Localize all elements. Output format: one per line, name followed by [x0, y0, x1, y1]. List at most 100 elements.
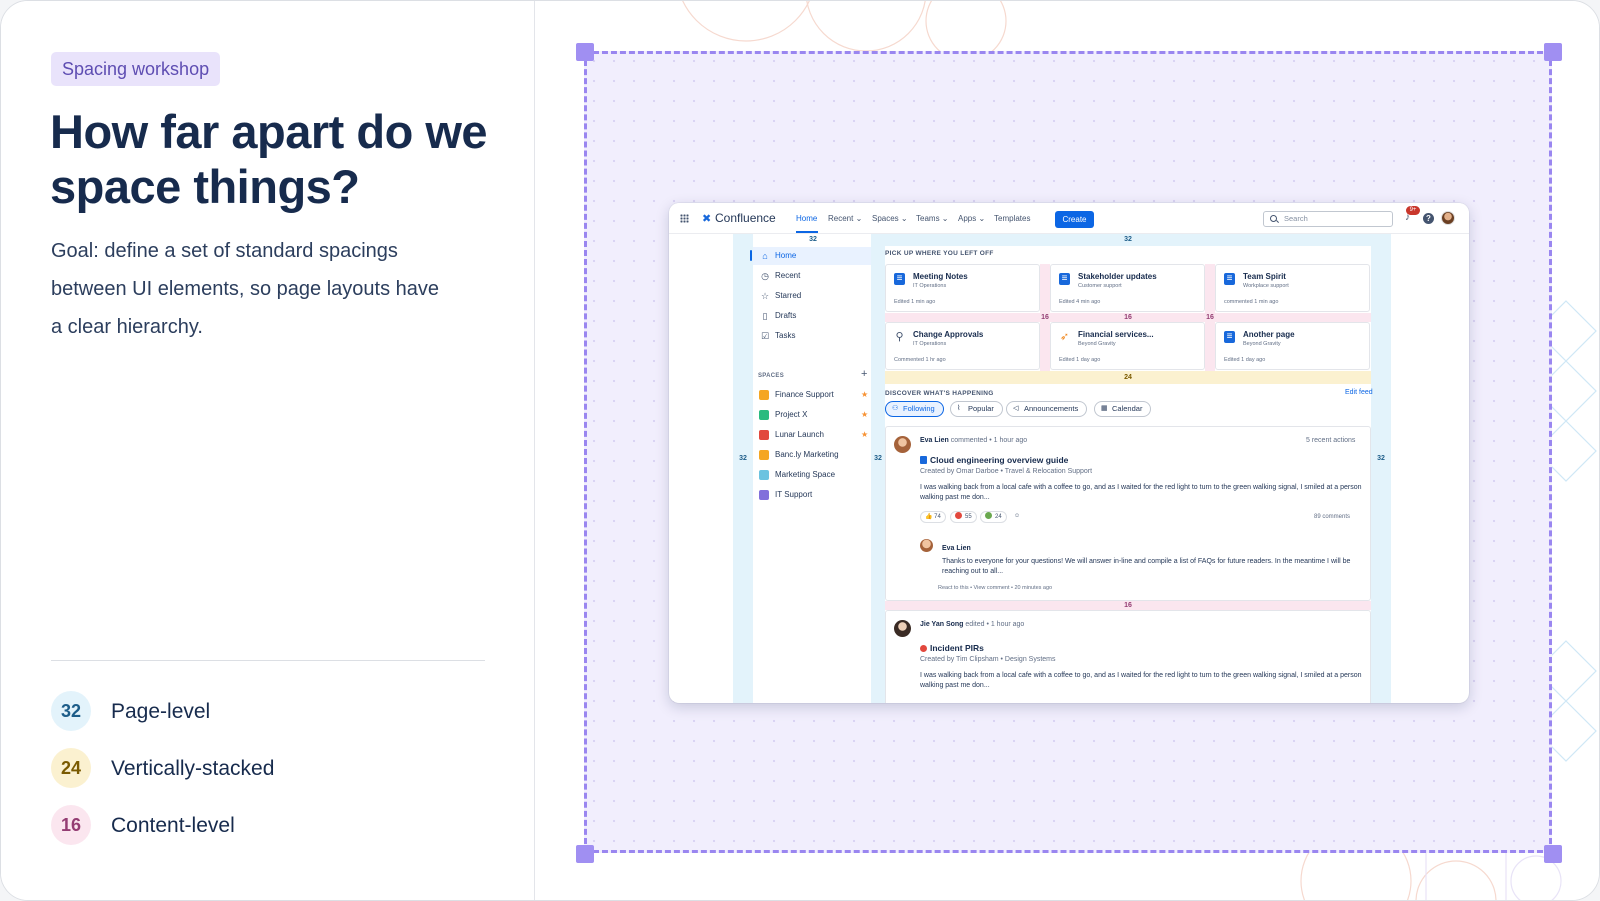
card-meta: Edited 1 day ago — [1224, 357, 1266, 363]
author-avatar — [894, 436, 911, 453]
starred-icon[interactable]: ★ — [861, 406, 868, 424]
red-reaction-icon — [955, 512, 962, 519]
reply-meta[interactable]: React to this • View comment • 20 minute… — [938, 585, 1052, 591]
nav-recent[interactable]: Recent ⌄ — [828, 203, 862, 234]
recent-actions-link[interactable]: 5 recent actions — [1306, 437, 1355, 444]
space-item-marketing-space[interactable]: Marketing Space — [753, 466, 871, 484]
space-item-project-x[interactable]: Project X ★ — [753, 406, 871, 424]
slide-title: How far apart do we space things? — [50, 105, 488, 213]
tab-calendar[interactable]: ▦ Calendar — [1094, 401, 1152, 417]
reaction-thumbs-up[interactable]: 👍 74 — [920, 511, 946, 523]
reaction-avocado[interactable]: 24 — [980, 511, 1007, 523]
divider — [51, 660, 485, 661]
nav-templates[interactable]: Templates — [994, 203, 1030, 234]
nav-teams[interactable]: Teams ⌄ — [916, 203, 949, 234]
spacing-label-24: 24 — [1124, 374, 1132, 381]
avocado-reaction-icon — [985, 512, 992, 519]
feed-page-title[interactable]: Incident PIRs — [920, 643, 984, 653]
legend-label: Vertically-stacked — [111, 757, 275, 780]
card-space: Beyond Gravity — [1078, 341, 1116, 347]
confluence-logo-text[interactable]: Confluence — [715, 203, 776, 234]
tab-following[interactable]: ⚇ Following — [885, 401, 944, 417]
space-label: Finance Support — [775, 390, 834, 399]
user-avatar[interactable] — [1441, 211, 1455, 225]
activity-action: commented — [950, 437, 988, 444]
tab-popular[interactable]: ⌇ Popular — [950, 401, 1003, 417]
space-item-lunar-launch[interactable]: Lunar Launch ★ — [753, 426, 871, 444]
recent-page-card[interactable]: ➶ Financial services... Beyond Gravity E… — [1050, 322, 1205, 370]
page-icon: ≡ — [1224, 273, 1235, 285]
space-item-finance-support[interactable]: Finance Support ★ — [753, 386, 871, 404]
sidebar-item-label: Tasks — [775, 331, 796, 340]
legend-row-page-level: 32 Page-level — [51, 691, 351, 731]
card-space: Workplace support — [1243, 283, 1289, 289]
edit-feed-link[interactable]: Edit feed — [1345, 389, 1373, 396]
recent-page-card[interactable]: ≡ Meeting Notes IT Operations Edited 1 m… — [885, 264, 1040, 312]
sidebar-item-home[interactable]: ⌂ Home — [753, 247, 871, 265]
nav-apps[interactable]: Apps ⌄ — [958, 203, 985, 234]
space-item-bancly-marketing[interactable]: Banc.ly Marketing — [753, 446, 871, 464]
space-label: Banc.ly Marketing — [775, 450, 839, 459]
add-space-icon[interactable]: + — [861, 369, 867, 380]
sidebar-item-label: Drafts — [775, 311, 797, 320]
card-title: Another page — [1243, 330, 1295, 339]
card-meta: Edited 4 min ago — [1059, 299, 1101, 305]
reaction-count: 55 — [965, 514, 972, 520]
space-avatar — [759, 450, 769, 460]
card-meta: Commented 1 hr ago — [894, 357, 946, 363]
feed-excerpt: I was walking back from a local cafe wit… — [920, 484, 1362, 501]
recent-page-card[interactable]: ≡ Another page Beyond Gravity Edited 1 d… — [1215, 322, 1370, 370]
resize-handle[interactable] — [1544, 845, 1562, 863]
home-icon: ⌂ — [762, 251, 768, 261]
card-title: Stakeholder updates — [1078, 272, 1157, 281]
confluence-logo-icon: ✖ — [702, 213, 712, 225]
card-meta: Edited 1 day ago — [1059, 357, 1101, 363]
help-icon[interactable]: ? — [1423, 213, 1434, 224]
search-placeholder: Search — [1284, 214, 1308, 223]
search-input[interactable]: Search — [1263, 211, 1393, 227]
app-switcher-icon[interactable] — [680, 214, 689, 223]
space-avatar — [759, 410, 769, 420]
recent-page-card[interactable]: ≡ Stakeholder updates Customer support E… — [1050, 264, 1205, 312]
starred-icon[interactable]: ★ — [861, 386, 868, 404]
sidebar-item-starred[interactable]: ☆ Starred — [753, 287, 871, 305]
reply-author[interactable]: Eva Lien — [942, 545, 971, 552]
feed-item[interactable]: Jie Yan Song edited • 1 hour ago Inciden… — [885, 610, 1371, 703]
sidebar-item-recent[interactable]: ◷ Recent — [753, 267, 871, 285]
top-navigation: ✖ Confluence Home Recent ⌄ Spaces ⌄ Team… — [669, 203, 1469, 234]
recent-page-card[interactable]: ⚲ Change Approvals IT Operations Comment… — [885, 322, 1040, 370]
author-name[interactable]: Jie Yan Song — [920, 621, 963, 628]
incident-icon — [920, 645, 927, 652]
tab-label: Popular — [968, 404, 994, 413]
author-name[interactable]: Eva Lien — [920, 437, 949, 444]
resize-handle[interactable] — [576, 845, 594, 863]
feed-page-title[interactable]: Cloud engineering overview guide — [920, 455, 1068, 465]
nav-home[interactable]: Home — [796, 203, 817, 234]
space-item-it-support[interactable]: IT Support — [753, 486, 871, 504]
pickup-heading: PICK UP WHERE YOU LEFT OFF — [885, 250, 994, 257]
spacing-overlay-page — [1371, 234, 1391, 703]
feed-created-by: Created by Omar Darboe • Travel & Reloca… — [920, 468, 1093, 475]
spacing-label-32: 32 — [809, 236, 817, 243]
comments-count[interactable]: 89 comments — [1314, 514, 1350, 520]
resize-handle[interactable] — [576, 43, 594, 61]
create-button[interactable]: Create — [1055, 211, 1094, 228]
space-label: Project X — [775, 410, 808, 419]
feed-activity: Eva Lien commented • 1 hour ago — [920, 437, 1027, 444]
tab-announcements[interactable]: ◁ Announcements — [1006, 401, 1088, 417]
feed-item[interactable]: Eva Lien commented • 1 hour ago 5 recent… — [885, 426, 1371, 601]
activity-time: • 1 hour ago — [989, 437, 1028, 444]
reply-avatar — [920, 539, 933, 552]
sidebar-item-drafts[interactable]: ▯ Drafts — [753, 307, 871, 325]
sidebar-item-tasks[interactable]: ☑ Tasks — [753, 327, 871, 345]
nav-spaces[interactable]: Spaces ⌄ — [872, 203, 908, 234]
add-reaction-icon[interactable]: ☺ — [1010, 511, 1025, 523]
activity-action: edited — [965, 621, 985, 628]
rocket-icon: ➶ — [1059, 331, 1070, 343]
recent-page-card[interactable]: ≡ Team Spirit Workplace support commente… — [1215, 264, 1370, 312]
spacing-label-32: 32 — [1377, 455, 1385, 462]
reaction-red[interactable]: 55 — [950, 511, 977, 523]
resize-handle[interactable] — [1544, 43, 1562, 61]
starred-icon[interactable]: ★ — [861, 426, 868, 444]
spaces-heading: SPACES — [758, 373, 785, 379]
